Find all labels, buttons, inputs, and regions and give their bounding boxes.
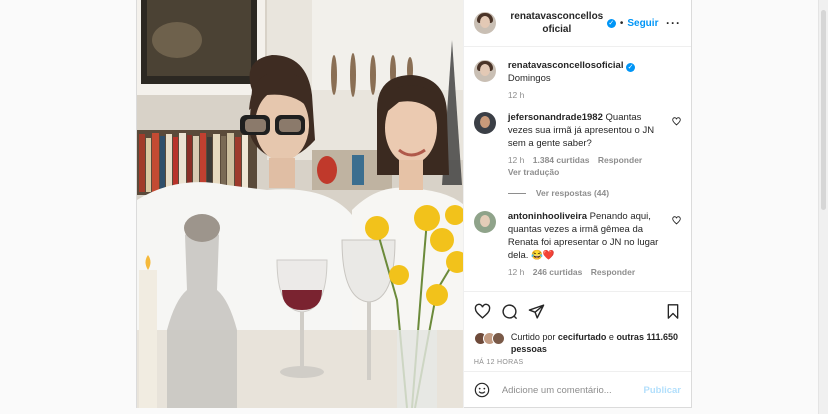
liked-by-user[interactable]: cecifurtado bbox=[558, 332, 607, 342]
comment-time[interactable]: 12 h bbox=[508, 155, 525, 165]
scrollbar-thumb[interactable] bbox=[821, 10, 826, 210]
heart-icon[interactable] bbox=[474, 303, 491, 320]
comment-like-heart-icon[interactable] bbox=[672, 117, 681, 126]
reply-button[interactable]: Responder bbox=[591, 267, 635, 277]
likers-avatars[interactable] bbox=[473, 332, 506, 346]
replies-divider bbox=[507, 192, 526, 194]
post-sidebar: renatavasconcellos oficial ✓ • Seguir ··… bbox=[462, 0, 691, 408]
view-replies-label[interactable]: Ver respostas (44) bbox=[536, 188, 609, 198]
author-username[interactable]: renatavasconcellos oficial bbox=[507, 10, 607, 36]
caption-text: Domingos bbox=[507, 73, 551, 84]
see-translation-button[interactable]: Ver tradução bbox=[508, 167, 560, 177]
commenter-avatar[interactable] bbox=[473, 112, 496, 134]
share-icon[interactable] bbox=[528, 303, 545, 320]
liked-by-middle: e bbox=[608, 332, 614, 342]
post-header: renatavasconcellos oficial ✓ • Seguir ··… bbox=[463, 0, 691, 47]
post-photo[interactable] bbox=[137, 0, 463, 408]
add-comment-bar: Adicione um comentário... Publicar bbox=[463, 371, 691, 408]
view-replies-button[interactable]: Ver respostas (44) bbox=[507, 188, 681, 198]
author-name-part1[interactable]: renatavasconcellos bbox=[510, 11, 603, 22]
comment-likes[interactable]: 246 curtidas bbox=[533, 267, 583, 277]
scrollbar[interactable] bbox=[818, 0, 828, 414]
caption-time[interactable]: 12 h bbox=[508, 90, 525, 100]
comment-likes[interactable]: 1.384 curtidas bbox=[533, 155, 590, 165]
emoji-button[interactable] bbox=[474, 382, 490, 398]
comment-item: antoninhooliveira Penando aqui, quantas … bbox=[473, 210, 681, 278]
emoji-icon[interactable] bbox=[474, 382, 490, 398]
comment-item: jefersonandrade1982 Quantas vezes sua ir… bbox=[473, 111, 681, 178]
comment-icon[interactable] bbox=[501, 303, 518, 320]
bookmark-icon[interactable] bbox=[665, 303, 681, 320]
like-button[interactable] bbox=[474, 303, 491, 320]
more-options-icon[interactable]: ··· bbox=[666, 16, 681, 30]
caption: renatavasconcellosoficial ✓ Domingos 12 … bbox=[473, 59, 681, 101]
commenter-avatar[interactable] bbox=[473, 211, 496, 233]
save-button[interactable] bbox=[665, 303, 681, 320]
post-modal: renatavasconcellos oficial ✓ • Seguir ··… bbox=[136, 0, 692, 408]
reply-button[interactable]: Responder bbox=[598, 155, 642, 165]
comment-author[interactable]: jefersonandrade1982 bbox=[508, 112, 603, 123]
comment-button[interactable] bbox=[501, 303, 518, 320]
author-name-part2[interactable]: oficial bbox=[542, 24, 571, 35]
action-bar bbox=[463, 291, 691, 331]
author-avatar[interactable] bbox=[473, 60, 496, 82]
comment-input[interactable]: Adicione um comentário... bbox=[502, 385, 644, 396]
comment-time[interactable]: 12 h bbox=[508, 267, 525, 277]
share-button[interactable] bbox=[528, 303, 545, 320]
photo-illustration bbox=[137, 0, 463, 408]
liked-by-prefix: Curtido por bbox=[510, 332, 556, 342]
follow-button[interactable]: Seguir bbox=[627, 18, 658, 29]
verified-badge-icon: ✓ bbox=[626, 63, 636, 72]
comment-like-heart-icon[interactable] bbox=[672, 216, 681, 225]
comment-author[interactable]: antoninhooliveira bbox=[508, 211, 587, 222]
separator-dot: • bbox=[619, 17, 624, 29]
publish-button[interactable]: Publicar bbox=[644, 385, 682, 396]
likes-summary[interactable]: Curtido por cecifurtado e outras 111.650… bbox=[464, 331, 691, 357]
verified-badge-icon: ✓ bbox=[606, 18, 616, 28]
caption-author[interactable]: renatavasconcellosoficial bbox=[508, 60, 624, 71]
author-avatar[interactable] bbox=[473, 12, 496, 34]
comments-list[interactable]: renatavasconcellosoficial ✓ Domingos 12 … bbox=[464, 47, 691, 291]
post-timestamp[interactable]: HÁ 12 HORAS bbox=[464, 357, 691, 371]
